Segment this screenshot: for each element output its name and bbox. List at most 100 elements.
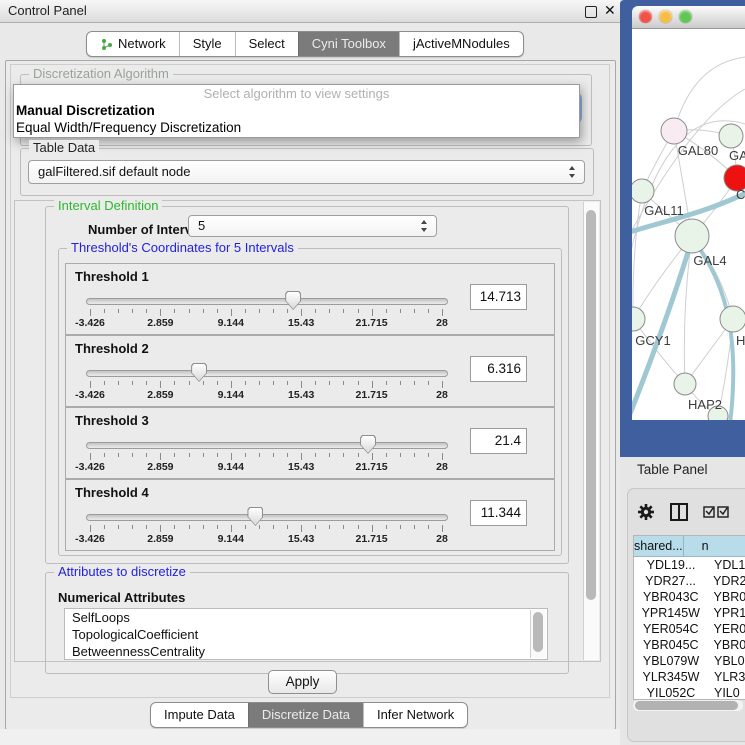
threshold-value-field[interactable]: 6.316	[470, 356, 527, 382]
scrollbar-thumb[interactable]	[586, 210, 596, 600]
table-row[interactable]: YDR27...YDR2	[634, 573, 745, 589]
attribute-list-scrollbar[interactable]	[530, 610, 546, 658]
float-window-icon[interactable]	[585, 6, 597, 18]
cell-name[interactable]: YBR0	[708, 589, 745, 605]
slider-track[interactable]	[86, 370, 448, 377]
table-row[interactable]: YPR145WYPR1	[634, 605, 745, 621]
slider-tick	[428, 309, 429, 313]
tab-network-label: Network	[118, 32, 166, 56]
slider-tick	[174, 525, 175, 529]
cell-shared-name[interactable]: YBR043C	[634, 589, 708, 605]
slider-track[interactable]	[86, 442, 448, 449]
scrollbar-thumb[interactable]	[635, 701, 738, 710]
cell-shared-name[interactable]: YDR27...	[634, 573, 707, 589]
node-gcy1[interactable]	[632, 307, 645, 331]
cell-name[interactable]: YPR1	[708, 605, 745, 621]
cell-shared-name[interactable]: YDL19...	[634, 557, 708, 573]
cell-name[interactable]: YIL0	[708, 685, 740, 700]
tab-infer-network[interactable]: Infer Network	[363, 703, 467, 727]
tab-network[interactable]: Network	[87, 32, 179, 56]
cell-name[interactable]: YBL0	[708, 653, 745, 669]
tab-select[interactable]: Select	[235, 32, 298, 56]
cell-shared-name[interactable]: YIL052C	[634, 685, 708, 700]
attribute-list-item[interactable]: TopologicalCoefficient	[65, 626, 547, 643]
tab-cyni-toolbox[interactable]: Cyni Toolbox	[298, 32, 399, 56]
apply-button[interactable]: Apply	[268, 670, 337, 694]
node-gal4[interactable]	[675, 219, 709, 253]
minimize-traffic-light-icon[interactable]	[659, 10, 672, 23]
slider-tick	[104, 525, 105, 529]
network-view[interactable]: GAL80 GA C GAL11 GAL4 GCY1 H HAP2	[632, 29, 745, 420]
tab-style[interactable]: Style	[179, 32, 235, 56]
table-data-combo[interactable]: galFiltered.sif default node	[28, 160, 585, 184]
slider-tick	[160, 381, 161, 388]
attribute-list-item[interactable]: BetweennessCentrality	[65, 643, 547, 660]
numerical-attributes-list[interactable]: SelfLoopsTopologicalCoefficientBetweenne…	[64, 608, 548, 660]
column-header-shared-name[interactable]: shared...	[634, 536, 684, 556]
gear-icon[interactable]	[637, 503, 655, 521]
close-traffic-light-icon[interactable]	[639, 10, 652, 23]
node-attribute-table[interactable]: shared... n YDL19...YDL1YDR27...YDR2YBR0…	[633, 535, 745, 700]
network-window-titlebar[interactable]	[632, 6, 745, 29]
attribute-list-item[interactable]: SelfLoops	[65, 609, 547, 626]
tab-jactivemnodules[interactable]: jActiveMNodules	[399, 32, 523, 56]
slider-tick	[118, 309, 119, 313]
slider-thumb[interactable]	[360, 435, 376, 454]
column-header-name[interactable]: n	[684, 536, 745, 556]
cell-shared-name[interactable]: YBR045C	[634, 637, 708, 653]
tab-impute-data[interactable]: Impute Data	[151, 703, 248, 727]
slider-tick	[315, 309, 316, 313]
node-ga[interactable]	[719, 124, 743, 148]
slider-track[interactable]	[86, 514, 448, 521]
slider-tick	[90, 381, 91, 388]
slider-tick-label: 2.859	[128, 533, 192, 545]
slider-tick-label: 9.144	[199, 389, 263, 401]
slider-track[interactable]	[86, 298, 448, 305]
slider-tick	[174, 453, 175, 457]
node-gal11[interactable]	[632, 179, 654, 203]
table-row[interactable]: YIL052CYIL0	[634, 685, 745, 700]
slider-tick	[287, 381, 288, 385]
cell-name[interactable]: YBR0	[708, 637, 745, 653]
cell-shared-name[interactable]: YBL079W	[634, 653, 708, 669]
zoom-traffic-light-icon[interactable]	[679, 10, 692, 23]
cell-shared-name[interactable]: YPR145W	[634, 605, 708, 621]
table-row[interactable]: YDL19...YDL1	[634, 557, 745, 573]
number-of-intervals-combo[interactable]: 5	[188, 215, 437, 237]
threshold-value-field[interactable]: 14.713	[470, 284, 527, 310]
cell-name[interactable]: YDL1	[708, 557, 745, 573]
threshold-value-field[interactable]: 21.4	[470, 428, 527, 454]
split-panel-icon[interactable]	[669, 502, 689, 522]
cell-shared-name[interactable]: YLR345W	[634, 669, 708, 685]
tab-discretize-data[interactable]: Discretize Data	[248, 703, 363, 727]
node-gal80[interactable]	[661, 118, 687, 144]
threshold-value-field[interactable]: 11.344	[470, 500, 527, 526]
threshold-panel: Threshold 3-3.4262.8599.14415.4321.71528…	[65, 407, 555, 479]
cell-name[interactable]: YER0	[708, 621, 745, 637]
cell-name[interactable]: YLR3	[708, 669, 745, 685]
slider-thumb[interactable]	[191, 363, 207, 382]
close-icon[interactable]: ✕	[604, 2, 616, 19]
slider-thumb[interactable]	[247, 507, 263, 526]
slider-tick	[442, 453, 443, 460]
table-row[interactable]: YBL079WYBL0	[634, 653, 745, 669]
scrollbar-thumb[interactable]	[533, 612, 543, 652]
table-horizontal-scrollbar[interactable]	[633, 700, 743, 711]
algorithm-option-equal-width[interactable]: Equal Width/Frequency Discretization	[14, 119, 579, 136]
table-row[interactable]: YBR045CYBR0	[634, 637, 745, 653]
slider-thumb[interactable]	[285, 291, 301, 310]
vertical-scrollbar[interactable]	[583, 202, 599, 660]
cell-name[interactable]: YDR2	[707, 573, 745, 589]
algorithm-option-manual[interactable]: Manual Discretization	[14, 102, 579, 119]
cell-shared-name[interactable]: YER054C	[634, 621, 708, 637]
table-row[interactable]: YER054CYER0	[634, 621, 745, 637]
select-columns-icon[interactable]	[703, 506, 729, 518]
slider-tick	[372, 453, 373, 460]
slider-tick	[358, 525, 359, 529]
slider-tick	[301, 453, 302, 460]
node-h[interactable]	[720, 306, 745, 332]
table-row[interactable]: YLR345WYLR3	[634, 669, 745, 685]
table-row[interactable]: YBR043CYBR0	[634, 589, 745, 605]
node-hap2[interactable]	[674, 373, 696, 395]
thresholds-group-title: Threshold's Coordinates for 5 Intervals	[67, 240, 298, 255]
